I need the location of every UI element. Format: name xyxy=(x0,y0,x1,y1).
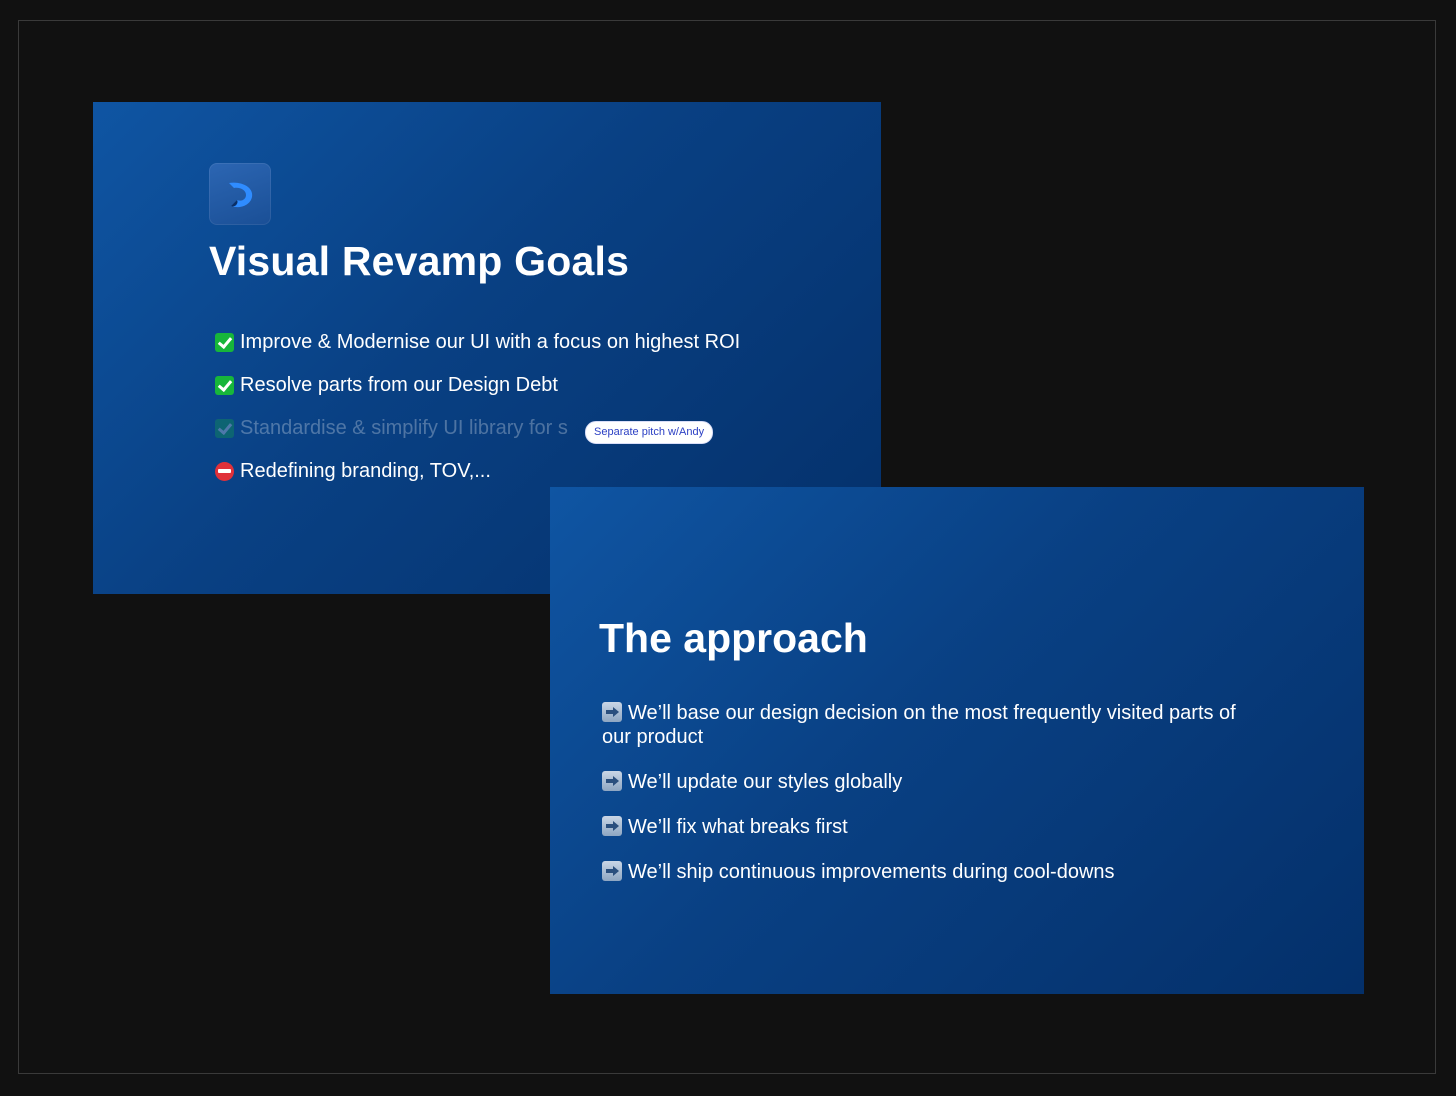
goal-text: Standardise & simplify UI library for s xyxy=(240,417,568,439)
comment-pill[interactable]: Separate pitch w/Andy xyxy=(585,421,714,444)
slide-title: The approach xyxy=(599,615,868,661)
right-arrow-icon xyxy=(602,816,622,836)
step-text: We’ll fix what breaks first xyxy=(628,816,848,838)
goal-text: Improve & Modernise our UI with a focus … xyxy=(240,331,741,353)
approach-step: We’ll fix what breaks first xyxy=(602,815,1242,839)
check-mark-icon xyxy=(215,376,234,395)
approach-step: We’ll ship continuous improvements durin… xyxy=(602,860,1242,884)
step-text: We’ll base our design decision on the mo… xyxy=(602,702,1236,748)
check-mark-icon xyxy=(215,333,234,352)
approach-step: We’ll base our design decision on the mo… xyxy=(602,701,1242,749)
check-mark-icon xyxy=(215,419,234,438)
right-arrow-icon xyxy=(602,771,622,791)
step-text: We’ll update our styles globally xyxy=(628,771,903,793)
goal-text: Redefining branding, TOV,... xyxy=(240,460,491,482)
goal-item: Improve & Modernise our UI with a focus … xyxy=(215,331,740,354)
goal-text: Resolve parts from our Design Debt xyxy=(240,374,558,396)
slide-the-approach[interactable]: The approach We’ll base our design decis… xyxy=(550,487,1364,994)
slide-title: Visual Revamp Goals xyxy=(209,238,630,284)
no-entry-icon xyxy=(215,462,234,481)
right-arrow-icon xyxy=(602,702,622,722)
goal-item-faded: Standardise & simplify UI library for s xyxy=(215,417,568,440)
goal-item: Resolve parts from our Design Debt xyxy=(215,374,558,397)
right-arrow-icon xyxy=(602,861,622,881)
approach-step: We’ll update our styles globally xyxy=(602,770,1242,794)
brand-logo-icon xyxy=(209,163,271,225)
goal-item: Redefining branding, TOV,... xyxy=(215,460,491,483)
step-text: We’ll ship continuous improvements durin… xyxy=(628,861,1115,883)
